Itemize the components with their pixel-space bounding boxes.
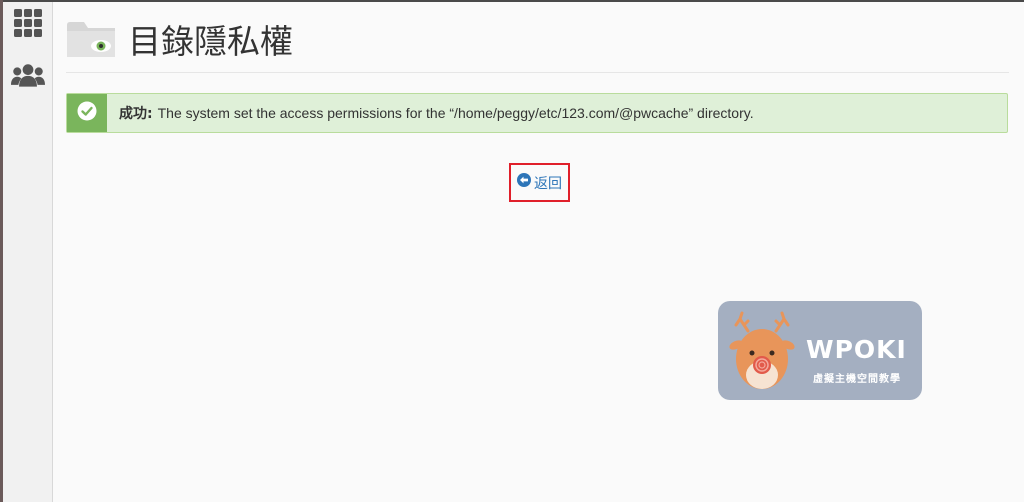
folder-eye-icon (66, 19, 116, 59)
alert-text: 成功: The system set the access permissions… (119, 94, 754, 133)
check-circle-icon (77, 101, 97, 126)
back-link[interactable]: 返回 (509, 163, 570, 202)
sidebar (3, 2, 53, 502)
watermark-badge: WPOKI 虛擬主機空間教學 (718, 301, 922, 400)
grid-apps-icon[interactable] (11, 6, 45, 40)
watermark-subtitle: 虛擬主機空間教學 (813, 374, 901, 385)
users-icon[interactable] (11, 58, 45, 92)
back-label: 返回 (534, 175, 562, 192)
main-content: 目錄隱私權 成功: The system set the access permi… (53, 2, 1024, 502)
page-title: 目錄隱私權 (128, 22, 293, 61)
watermark-brand: WPOKI (806, 335, 907, 364)
arrow-circle-left-icon (517, 173, 531, 192)
alert-prefix: 成功: (119, 106, 153, 122)
alert-message: The system set the access permissions fo… (157, 105, 754, 121)
success-alert: 成功: The system set the access permissions… (66, 93, 1008, 133)
alert-icon-box (67, 94, 107, 132)
page-header: 目錄隱私權 (66, 15, 1009, 73)
